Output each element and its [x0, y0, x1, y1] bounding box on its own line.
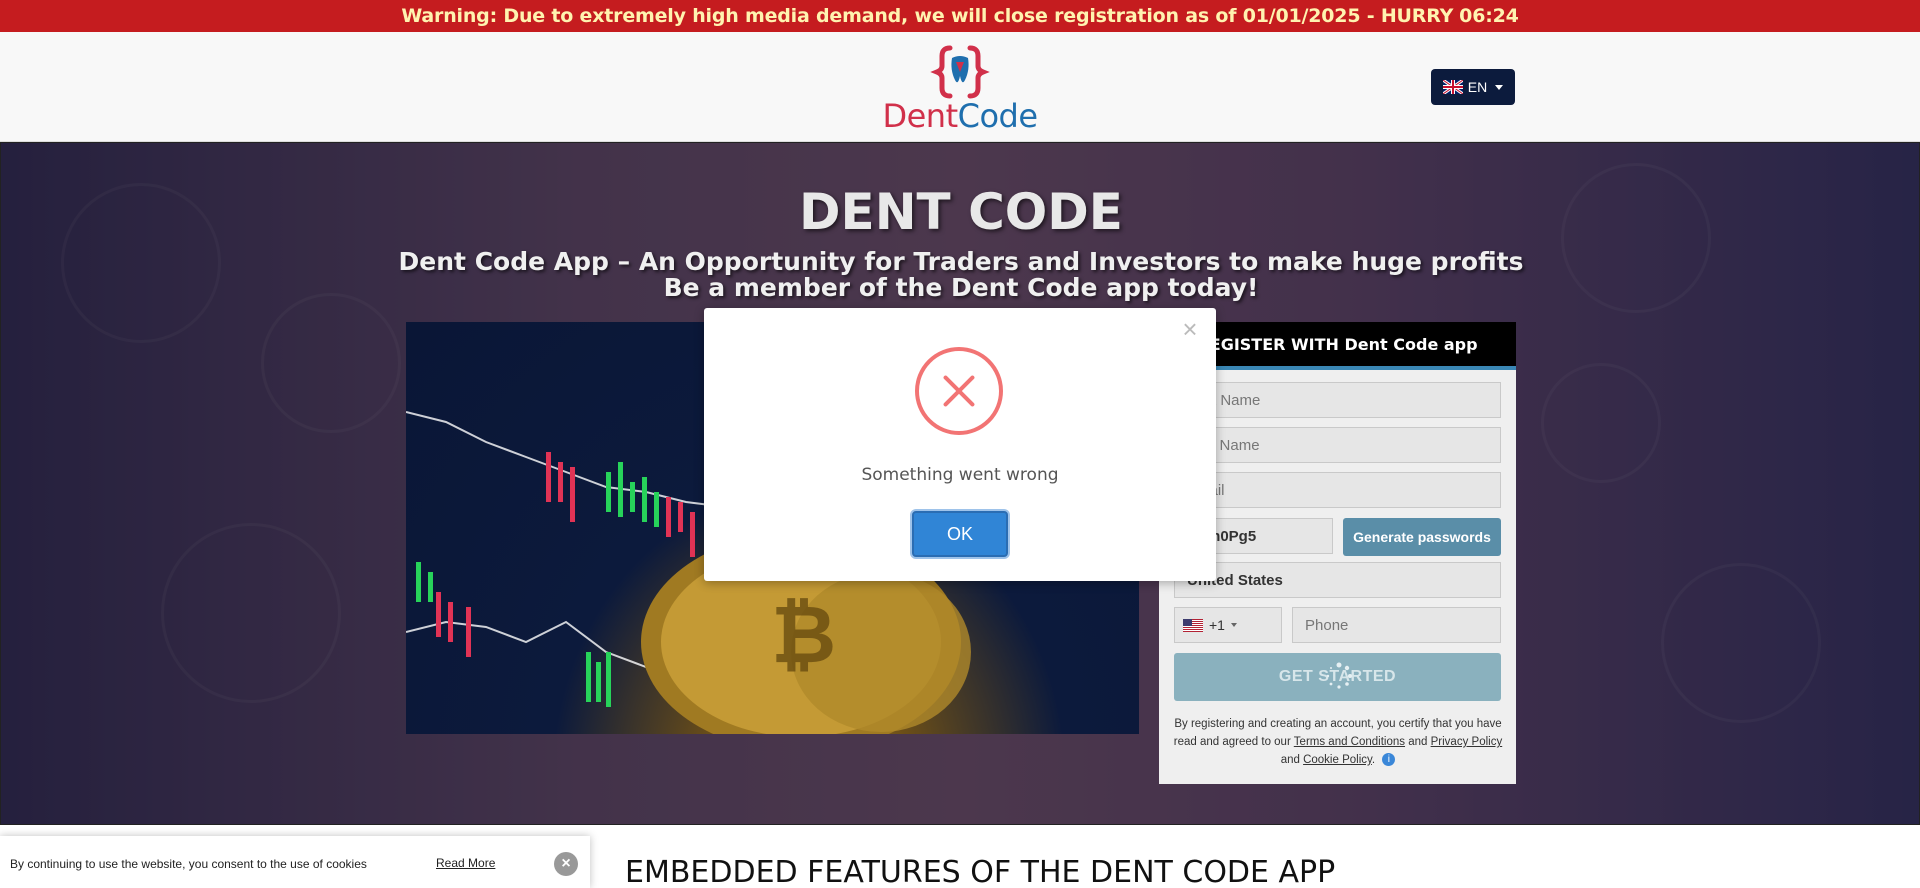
close-icon[interactable]: ×	[1178, 316, 1202, 342]
ok-button[interactable]: OK	[912, 511, 1008, 557]
error-x-icon	[915, 347, 1003, 435]
error-dialog: × Something went wrong OK	[704, 308, 1216, 581]
error-message: Something went wrong	[861, 465, 1059, 485]
